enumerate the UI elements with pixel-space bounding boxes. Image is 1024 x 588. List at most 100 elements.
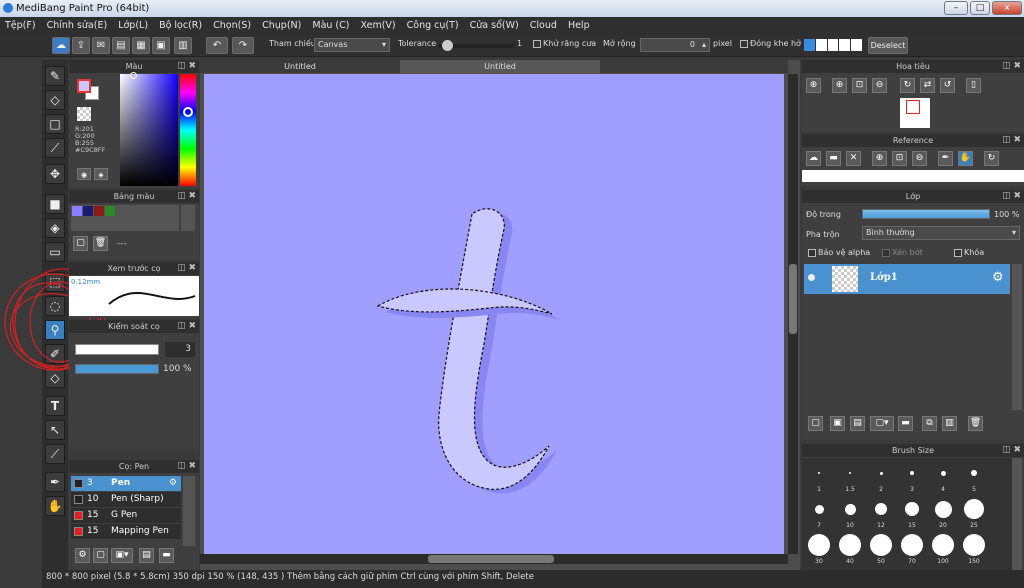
layer-properties-icon[interactable]: ▥: [942, 416, 957, 431]
brush-size-cell[interactable]: 10: [835, 496, 865, 529]
drawing-canvas[interactable]: [204, 74, 784, 554]
grid-icon[interactable]: ▥: [174, 37, 192, 54]
panel-close-icon[interactable]: ◫ ✖: [177, 190, 196, 203]
menu-help[interactable]: Help: [568, 20, 590, 31]
stepper-icon[interactable]: ▴: [702, 39, 706, 51]
message-icon[interactable]: ▤: [112, 37, 130, 54]
reset-icon[interactable]: ↺: [940, 78, 955, 93]
maximize-button[interactable]: □: [970, 1, 990, 15]
reference-rotate-icon[interactable]: ↻: [984, 151, 999, 166]
cloud-icon[interactable]: ☁: [52, 37, 70, 54]
add-brush-icon[interactable]: ▣▾: [111, 548, 133, 563]
navigator-thumbnail[interactable]: [900, 98, 930, 128]
brush-size-cell[interactable]: 7: [804, 496, 834, 529]
saturation-value-picker[interactable]: [120, 72, 178, 186]
menu-view[interactable]: Xem(V): [361, 20, 396, 31]
palette-swatch[interactable]: [72, 206, 82, 216]
panel-close-icon[interactable]: ◫ ✖: [177, 60, 196, 73]
line-tool-icon[interactable]: ⟋: [45, 138, 65, 158]
reference-cloud-icon[interactable]: ☁: [806, 151, 821, 166]
divide-tool-icon[interactable]: ⟋: [45, 444, 65, 464]
brush-size-cell[interactable]: 20: [928, 496, 958, 529]
flip-icon[interactable]: ⇄: [920, 78, 935, 93]
brush-size-value[interactable]: 3: [165, 342, 195, 357]
protect-alpha-option[interactable]: Bảo vệ alpha: [808, 248, 870, 257]
brush-list-item[interactable]: 15 G Pen: [71, 508, 181, 523]
document-icon[interactable]: ▦: [132, 37, 150, 54]
gradient-tool-icon[interactable]: ▭: [45, 242, 65, 262]
foreground-color-swatch[interactable]: [77, 79, 91, 93]
layer-settings-gear-icon[interactable]: ⚙: [992, 270, 1004, 285]
brush-folder-icon[interactable]: ▬: [159, 548, 174, 563]
reference-fit-icon[interactable]: ⊡: [892, 151, 907, 166]
brush-size-cell[interactable]: 70: [897, 532, 927, 565]
close-gap-checkbox[interactable]: [740, 39, 748, 48]
layer-visibility-icon[interactable]: [808, 274, 815, 281]
panel-close-icon[interactable]: ◫ ✖: [1002, 60, 1021, 73]
protect-alpha-checkbox[interactable]: [808, 248, 816, 257]
reference-close-icon[interactable]: ✕: [846, 151, 861, 166]
share-icon[interactable]: ⇪: [72, 37, 90, 54]
brush-size-scrollbar[interactable]: [1012, 458, 1022, 570]
layer-import-icon[interactable]: ▤: [850, 416, 865, 431]
add-layer-menu-icon[interactable]: ▢▾: [870, 416, 894, 431]
zoom-out-icon[interactable]: ⊖: [872, 78, 887, 93]
expand-input[interactable]: 0 ▴: [640, 38, 710, 52]
blend-mode-select[interactable]: Bình thường ▾: [862, 226, 1020, 240]
panel-close-icon[interactable]: ◫ ✖: [177, 460, 196, 473]
zoom-in-alt-icon[interactable]: ⊕: [832, 78, 847, 93]
close-button[interactable]: x: [992, 1, 1022, 15]
menu-cloud[interactable]: Cloud: [530, 20, 557, 31]
hand-tool-icon[interactable]: ✋: [45, 496, 65, 516]
clipping-checkbox[interactable]: [882, 248, 890, 257]
brush-size-cell[interactable]: 2: [866, 460, 896, 493]
brush-settings-gear-icon[interactable]: ⚙: [169, 476, 177, 491]
menu-snap[interactable]: Chụp(N): [262, 20, 301, 31]
palette-swatch[interactable]: [94, 206, 104, 216]
menu-edit[interactable]: Chỉnh sửa(E): [47, 20, 108, 31]
brush-tool-icon[interactable]: ✎: [45, 66, 65, 86]
menu-color[interactable]: Màu (C): [312, 20, 349, 31]
reference-zoom-in-icon[interactable]: ⊕: [872, 151, 887, 166]
merge-layer-icon[interactable]: ⧉: [922, 416, 937, 431]
layer-list-scrollbar[interactable]: [1012, 264, 1022, 410]
tolerance-slider[interactable]: [438, 40, 514, 51]
new-layer-icon[interactable]: ▢: [808, 416, 823, 431]
text-tool-icon[interactable]: T: [45, 396, 65, 416]
brush-size-cell[interactable]: 100: [928, 532, 958, 565]
undo-icon[interactable]: ↶: [206, 37, 228, 54]
brush-size-slider[interactable]: [75, 344, 159, 355]
brush-size-cell[interactable]: 4: [928, 460, 958, 493]
zoom-in-icon[interactable]: ⊕: [806, 78, 821, 93]
lock-option[interactable]: Khóa: [954, 248, 984, 257]
reference-select[interactable]: Canvas ▾: [314, 38, 390, 52]
panel-close-icon[interactable]: ◫ ✖: [1002, 134, 1021, 147]
panel-close-icon[interactable]: ◫ ✖: [1002, 190, 1021, 203]
vertical-scroll-thumb[interactable]: [789, 264, 797, 334]
brush-opacity-slider[interactable]: [75, 364, 159, 374]
horizontal-scroll-thumb[interactable]: [428, 555, 554, 563]
gap-level-selector[interactable]: [804, 39, 862, 51]
dot-tool-icon[interactable]: □: [45, 114, 65, 134]
rotate-icon[interactable]: ↻: [900, 78, 915, 93]
antialias-option[interactable]: Khử răng cưa: [533, 39, 596, 48]
operation-tool-icon[interactable]: ↖: [45, 420, 65, 440]
brush-size-cell[interactable]: 50: [866, 532, 896, 565]
new-brush-icon[interactable]: ▢: [93, 548, 108, 563]
brush-size-cell[interactable]: 5: [959, 460, 989, 493]
gap-level-2[interactable]: [815, 39, 827, 51]
new-palette-icon[interactable]: ▢: [73, 236, 88, 251]
menu-window[interactable]: Cửa sổ(W): [470, 20, 519, 31]
transparent-color-swatch[interactable]: [77, 107, 91, 121]
close-gap-option[interactable]: Đóng khe hở: [740, 39, 801, 48]
fill-rect-tool-icon[interactable]: ■: [45, 194, 65, 214]
layout-icon[interactable]: ▣: [152, 37, 170, 54]
layer-row[interactable]: Lớp1 ⚙: [804, 264, 1010, 294]
clipping-option[interactable]: Xén bớt: [882, 248, 923, 257]
document-tab-1[interactable]: Untitled: [200, 60, 400, 73]
bucket-tool-icon[interactable]: ◈: [45, 218, 65, 238]
menu-layer[interactable]: Lớp(L): [118, 20, 148, 31]
brush-size-cell[interactable]: 30: [804, 532, 834, 565]
reference-hand-icon[interactable]: ✋: [958, 151, 973, 166]
panel-close-icon[interactable]: ◫ ✖: [177, 320, 196, 333]
